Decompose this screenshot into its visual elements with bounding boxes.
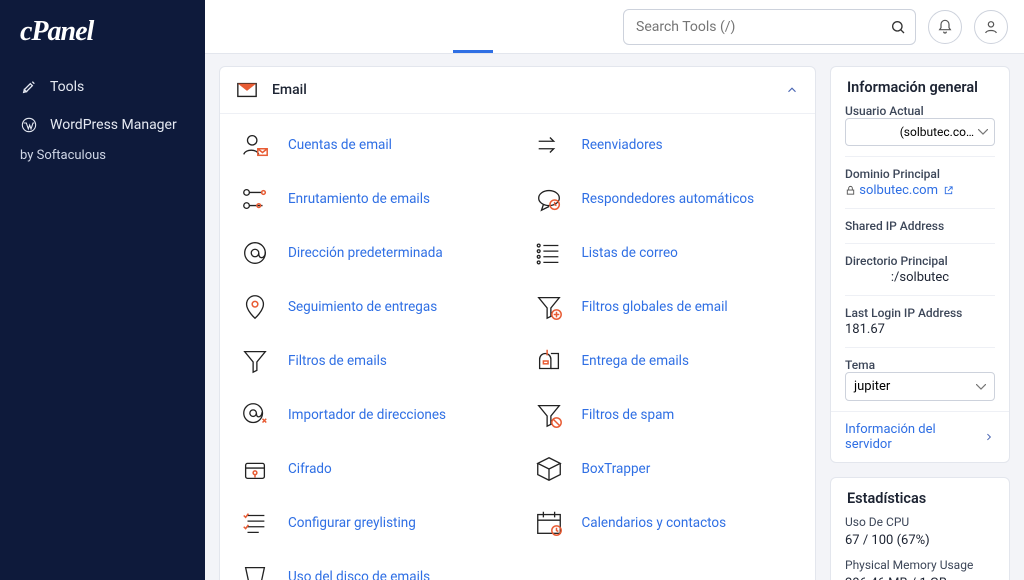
email-app-label: Respondedores automáticos <box>582 191 755 207</box>
email-app-item[interactable]: Filtros de spam <box>532 398 798 432</box>
search-container <box>623 9 916 45</box>
email-app-label: Reenviadores <box>582 137 663 153</box>
sidebar-item-label: Tools <box>50 79 84 95</box>
user-mail-icon <box>238 128 272 162</box>
mailbox-icon <box>532 344 566 378</box>
greylist-icon <box>238 506 272 540</box>
last-login-value: 181.67 <box>845 322 995 337</box>
chevron-right-icon <box>983 431 995 443</box>
primary-domain-label: Dominio Principal <box>845 167 995 181</box>
email-app-item[interactable]: Importador de direcciones <box>238 398 504 432</box>
email-app-label: Configurar greylisting <box>288 515 416 531</box>
envelope-icon <box>236 79 258 101</box>
cpu-value: 67 / 100 (67%) <box>845 533 995 548</box>
lock-box-icon <box>238 452 272 486</box>
shared-ip-label: Shared IP Address <box>845 219 995 233</box>
email-app-item[interactable]: Configurar greylisting <box>238 506 504 540</box>
email-app-label: Importador de direcciones <box>288 407 446 423</box>
home-dir-label: Directorio Principal <box>845 254 995 268</box>
wordpress-icon <box>20 116 38 134</box>
email-app-label: Filtros de spam <box>582 407 675 423</box>
brand-logo: cPanel <box>0 0 205 68</box>
theme-select[interactable]: jupiter <box>845 372 995 401</box>
sidebar-subtext: by Softaculous <box>0 144 205 175</box>
box-trap-icon <box>532 452 566 486</box>
email-app-item[interactable]: Cuentas de email <box>238 128 504 162</box>
chevron-up-icon <box>785 83 799 97</box>
email-app-label: Calendarios y contactos <box>582 515 727 531</box>
email-app-item[interactable]: Calendarios y contactos <box>532 506 798 540</box>
email-app-label: Cifrado <box>288 461 332 477</box>
email-app-label: Cuentas de email <box>288 137 392 153</box>
bell-icon <box>937 19 953 35</box>
email-app-label: Dirección predeterminada <box>288 245 443 261</box>
at-import-icon <box>238 398 272 432</box>
cpu-label: Uso De CPU <box>845 515 995 529</box>
current-user-select[interactable]: (solbutec.co… <box>845 118 995 146</box>
search-input[interactable] <box>623 9 916 45</box>
funnel-plus-icon <box>532 290 566 324</box>
external-link-icon <box>943 185 954 196</box>
user-icon <box>983 19 999 35</box>
routing-icon <box>238 182 272 216</box>
notifications-button[interactable] <box>928 10 962 44</box>
info-widget: Información general Usuario Actual (solb… <box>830 66 1010 463</box>
primary-domain-link[interactable]: solbutec.com <box>859 183 954 198</box>
stats-widget: Estadísticas Uso De CPU 67 / 100 (67%) P… <box>830 477 1010 580</box>
email-app-label: Seguimiento de entregas <box>288 299 437 315</box>
email-app-label: Filtros globales de email <box>582 299 728 315</box>
mem-value: 286.46 MB / 1 GB (27.08%) <box>845 576 995 580</box>
wrench-cross-icon <box>20 78 38 96</box>
email-widget: Email Cuentas de email Reenviadores Enru… <box>219 66 816 580</box>
stats-widget-title: Estadísticas <box>831 478 1009 513</box>
sidebar: cPanel Tools WordPress Manager by Softac… <box>0 0 205 580</box>
disk-icon <box>238 560 272 580</box>
email-app-item[interactable]: Listas de correo <box>532 236 798 270</box>
email-app-item[interactable]: Reenviadores <box>532 128 798 162</box>
email-app-label: Entrega de emails <box>582 353 689 369</box>
at-sign-icon <box>238 236 272 270</box>
calendar-icon <box>532 506 566 540</box>
email-app-item[interactable]: Seguimiento de entregas <box>238 290 504 324</box>
email-app-item[interactable]: Uso del disco de emails <box>238 560 504 580</box>
email-widget-title: Email <box>272 82 307 98</box>
track-pin-icon <box>238 290 272 324</box>
search-icon <box>890 19 906 35</box>
email-app-item[interactable]: Filtros de emails <box>238 344 504 378</box>
sidebar-item-tools[interactable]: Tools <box>0 68 205 106</box>
email-app-item[interactable]: Filtros globales de email <box>532 290 798 324</box>
sidebar-item-label: WordPress Manager <box>50 117 177 133</box>
funnel-icon <box>238 344 272 378</box>
sidebar-item-wordpress[interactable]: WordPress Manager <box>0 106 205 144</box>
topbar <box>205 0 1024 54</box>
server-info-link[interactable]: Información del servidor <box>831 411 1009 462</box>
email-app-label: Enrutamiento de emails <box>288 191 430 207</box>
lock-icon <box>845 185 856 196</box>
list-icon <box>532 236 566 270</box>
mem-label: Physical Memory Usage <box>845 558 995 572</box>
home-dir-value: :/solbutec <box>845 270 995 285</box>
email-app-item[interactable]: Respondedores automáticos <box>532 182 798 216</box>
email-app-label: Listas de correo <box>582 245 678 261</box>
forward-arrows-icon <box>532 128 566 162</box>
email-app-label: Filtros de emails <box>288 353 387 369</box>
active-tab-indicator <box>453 50 493 53</box>
account-button[interactable] <box>974 10 1008 44</box>
email-widget-header[interactable]: Email <box>220 67 815 114</box>
theme-label: Tema <box>845 358 995 372</box>
current-user-label: Usuario Actual <box>845 104 995 118</box>
email-app-item[interactable]: Entrega de emails <box>532 344 798 378</box>
email-app-item[interactable]: Dirección predeterminada <box>238 236 504 270</box>
funnel-block-icon <box>532 398 566 432</box>
email-app-label: Uso del disco de emails <box>288 569 430 580</box>
info-widget-title: Información general <box>831 67 1009 102</box>
auto-reply-icon <box>532 182 566 216</box>
email-app-item[interactable]: Enrutamiento de emails <box>238 182 504 216</box>
email-app-item[interactable]: Cifrado <box>238 452 504 486</box>
last-login-label: Last Login IP Address <box>845 306 995 320</box>
email-app-item[interactable]: BoxTrapper <box>532 452 798 486</box>
email-app-label: BoxTrapper <box>582 461 651 477</box>
tab-strip <box>221 0 611 53</box>
